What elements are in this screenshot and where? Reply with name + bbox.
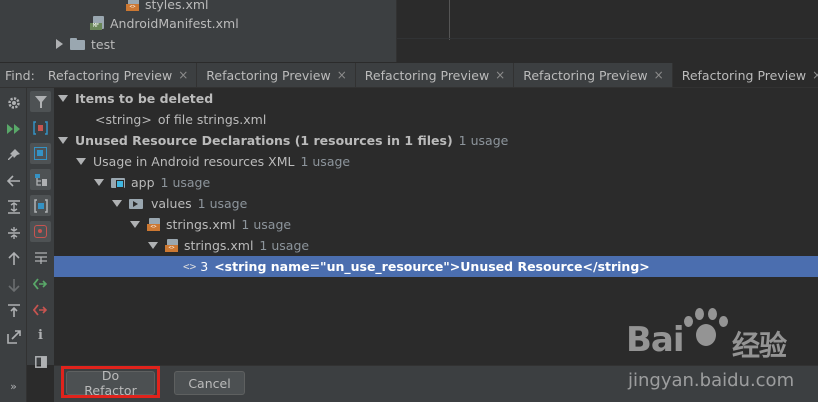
exclude-icon[interactable]	[30, 299, 51, 320]
tree-node-values-folder[interactable]: values 1 usage	[54, 193, 818, 214]
tab-refactoring-preview-4[interactable]: Refactoring Preview ×	[514, 63, 673, 87]
collapse-all-icon[interactable]	[3, 222, 24, 243]
module-folder-icon	[111, 177, 127, 189]
close-icon[interactable]: ×	[812, 68, 818, 82]
code-reference-icon: <>	[183, 260, 197, 273]
group-by-module-icon[interactable]	[30, 143, 51, 164]
collapse-arrow-icon[interactable]	[76, 158, 86, 165]
tree-node-unused-declarations[interactable]: Unused Resource Declarations (1 resource…	[54, 130, 818, 151]
xml-file-icon: <>	[165, 239, 180, 252]
folder-icon	[70, 38, 86, 50]
line-number: 3	[200, 259, 209, 274]
expand-arrow-icon[interactable]	[56, 39, 63, 49]
tree-node-usage-reference[interactable]: <> 3 <string name="un_use_resource">Unus…	[54, 256, 818, 277]
find-label: Find:	[5, 67, 35, 83]
xml-file-icon: <>	[126, 0, 141, 11]
filter-toolbar: i	[27, 88, 54, 368]
read-access-icon[interactable]	[30, 221, 51, 242]
project-tree-panel: <> styles.xml MF AndroidManifest.xml tes…	[0, 0, 818, 62]
resource-folder-icon	[129, 198, 145, 210]
code-snippet: <string name="un_use_resource">Unused Re…	[214, 259, 650, 274]
tree-node-strings-xml[interactable]: <> strings.xml 1 usage	[54, 214, 818, 235]
collapse-arrow-icon[interactable]	[58, 95, 68, 102]
close-icon[interactable]: ×	[654, 68, 664, 82]
info-icon[interactable]: i	[30, 325, 51, 346]
more-actions-icon[interactable]: »	[3, 376, 24, 397]
down-icon[interactable]	[3, 274, 24, 295]
group-by-file-structure-icon[interactable]	[30, 195, 51, 216]
dialog-button-bar: Do Refactor Cancel	[54, 365, 818, 402]
up-icon[interactable]	[3, 248, 24, 269]
refactoring-preview-tree: Items to be deleted <string> of file str…	[54, 88, 818, 365]
tab-refactoring-preview-1[interactable]: Refactoring Preview ×	[39, 63, 198, 87]
collapse-arrow-icon[interactable]	[112, 200, 122, 207]
tab-refactoring-preview-3[interactable]: Refactoring Preview ×	[356, 63, 515, 87]
editor-area	[396, 0, 818, 62]
collapse-arrow-icon[interactable]	[148, 242, 158, 249]
tree-item-label: test	[91, 36, 116, 52]
pin-icon[interactable]	[3, 144, 24, 165]
group-by-usage-type-icon[interactable]	[30, 117, 51, 138]
tree-node-usage-group[interactable]: Usage in Android resources XML 1 usage	[54, 151, 818, 172]
editor-divider	[397, 38, 818, 39]
tree-item-test-folder[interactable]: test	[56, 34, 115, 54]
previous-icon[interactable]	[3, 170, 24, 191]
tab-refactoring-preview-5[interactable]: Refactoring Preview ×	[672, 63, 818, 87]
editor-gutter-divider	[449, 0, 450, 40]
cancel-button[interactable]: Cancel	[174, 371, 245, 395]
manifest-file-icon: MF	[90, 16, 106, 30]
find-tool-window-tabs: Find: Refactoring Preview × Refactoring …	[0, 62, 818, 88]
gear-icon[interactable]	[3, 92, 24, 113]
highlight-annotation	[61, 366, 160, 398]
collapse-arrow-icon[interactable]	[130, 221, 140, 228]
export-icon[interactable]	[3, 300, 24, 321]
merge-icon[interactable]	[30, 247, 51, 268]
rerun-icon[interactable]	[3, 118, 24, 139]
tree-node-app-module[interactable]: app 1 usage	[54, 172, 818, 193]
left-action-toolbar: »	[0, 88, 27, 402]
tree-item-styles-xml[interactable]: <> styles.xml	[126, 0, 209, 14]
tab-refactoring-preview-2[interactable]: Refactoring Preview ×	[197, 63, 356, 87]
close-icon[interactable]: ×	[337, 68, 347, 82]
include-icon[interactable]	[30, 273, 51, 294]
open-in-editor-icon[interactable]	[3, 326, 24, 347]
tree-item-android-manifest[interactable]: MF AndroidManifest.xml	[90, 13, 239, 33]
filter-icon[interactable]	[30, 91, 51, 112]
tree-node-strings-xml-nested[interactable]: <> strings.xml 1 usage	[54, 235, 818, 256]
tree-node-items-to-delete[interactable]: Items to be deleted	[54, 88, 818, 109]
tree-item-label: AndroidManifest.xml	[110, 15, 239, 31]
close-icon[interactable]: ×	[495, 68, 505, 82]
collapse-arrow-icon[interactable]	[94, 179, 104, 186]
expand-all-icon[interactable]	[3, 196, 24, 217]
collapse-arrow-icon[interactable]	[58, 137, 68, 144]
preview-icon[interactable]	[30, 351, 51, 372]
close-icon[interactable]: ×	[178, 68, 188, 82]
tree-node-string-entry[interactable]: <string> of file strings.xml	[54, 109, 818, 130]
group-by-package-icon[interactable]	[30, 169, 51, 190]
xml-file-icon: <>	[147, 218, 162, 231]
tree-item-label: styles.xml	[145, 0, 209, 12]
